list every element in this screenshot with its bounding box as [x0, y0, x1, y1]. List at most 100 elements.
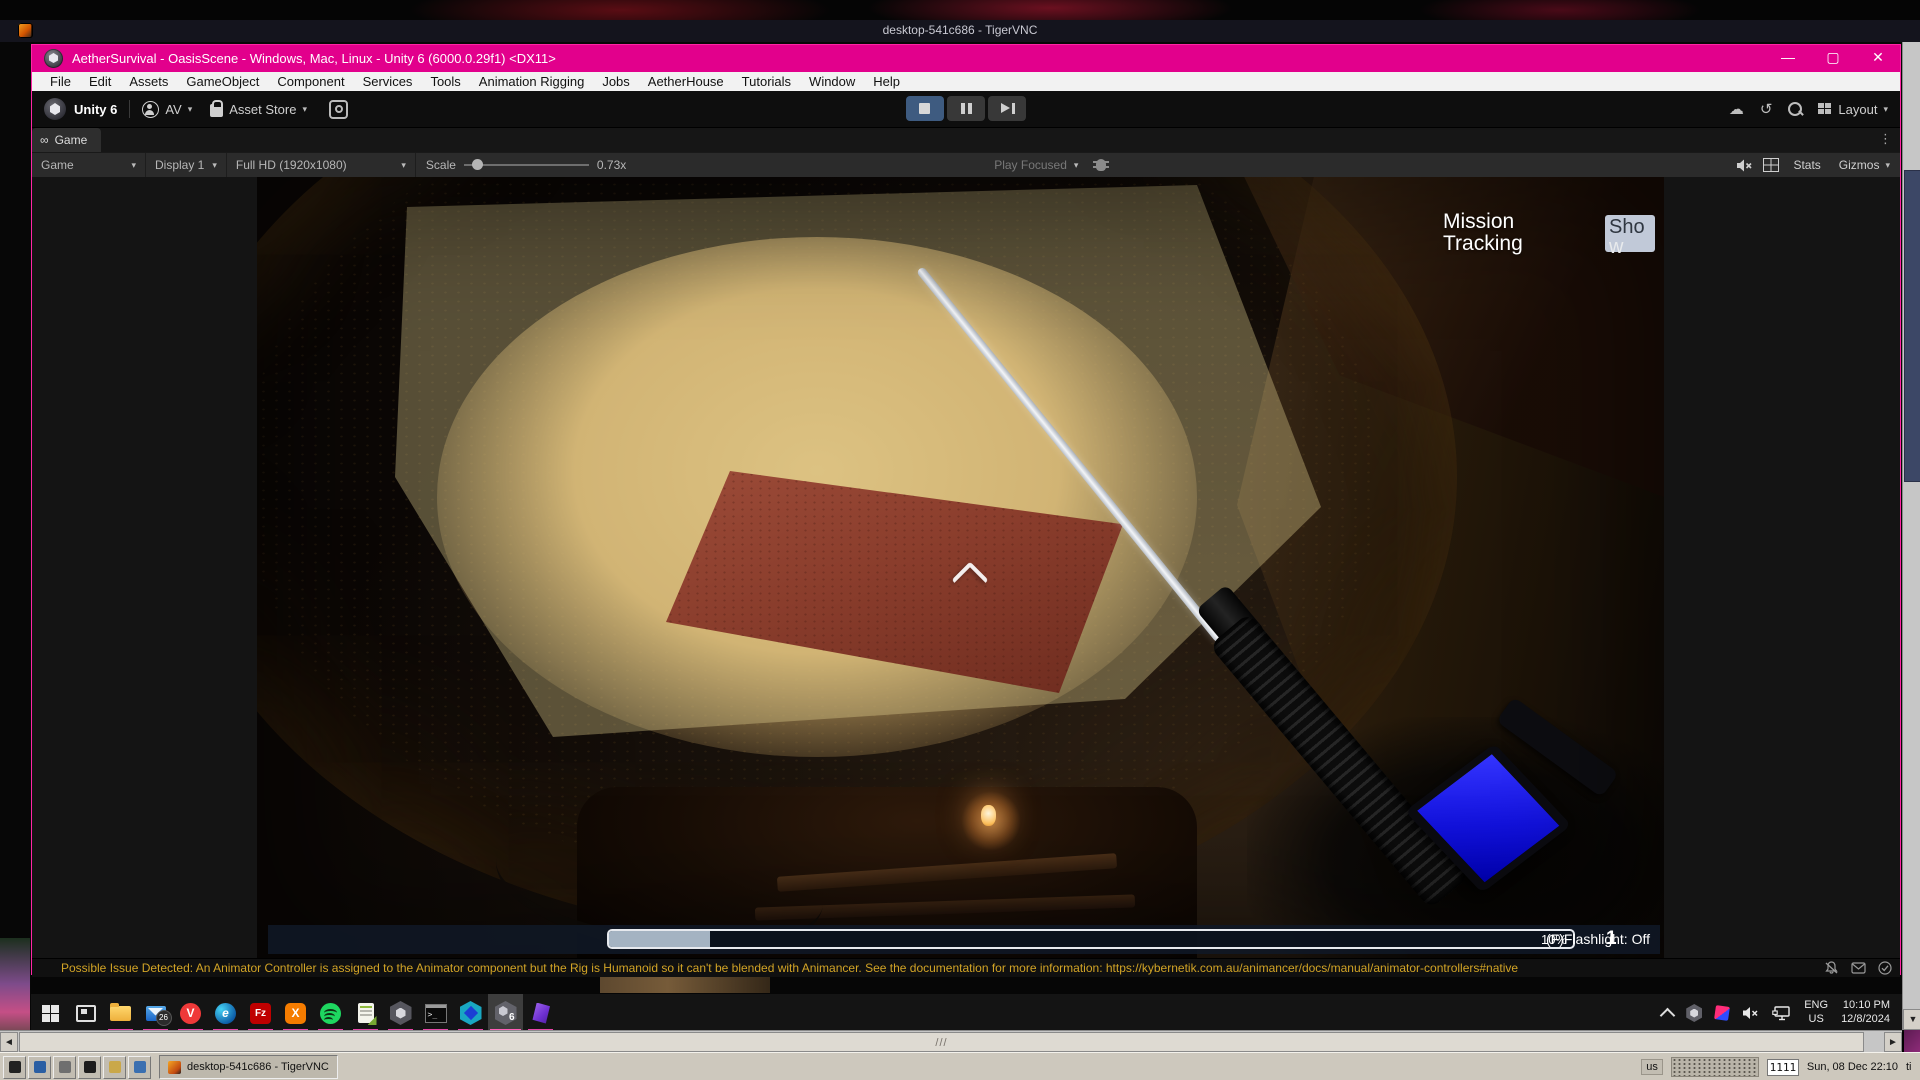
console-message-icon[interactable]	[1851, 962, 1866, 974]
step-button[interactable]	[988, 96, 1026, 121]
menu-gameobject[interactable]: GameObject	[177, 72, 268, 91]
notifications-muted-bell-icon[interactable]	[1824, 961, 1839, 975]
menu-assets[interactable]: Assets	[120, 72, 177, 91]
vnc-vertical-scrollbar[interactable]: ▼	[1902, 42, 1920, 1030]
unity-status-bar[interactable]: Possible Issue Detected: An Animator Con…	[32, 958, 1900, 977]
resolution-dropdown[interactable]: Full HD (1920x1080) ▾	[227, 153, 416, 177]
menu-component[interactable]: Component	[268, 72, 353, 91]
view-mode-dropdown[interactable]: Game ▾	[32, 153, 146, 177]
debug-bug-icon[interactable]	[1096, 159, 1106, 171]
language-indicator[interactable]: ENG US	[1804, 999, 1828, 1027]
maximize-button[interactable]: ▢	[1811, 45, 1855, 72]
host-task-button-vnc[interactable]: desktop-541c686 - TigerVNC	[159, 1055, 338, 1079]
keyboard-layout-indicator[interactable]: us	[1641, 1059, 1663, 1075]
host-wallpaper-bottom-right	[1904, 1030, 1920, 1052]
game-viewport[interactable]: Mission Tracking Show 10% 1 (F)Flashligh…	[32, 177, 1900, 958]
system-monitor-applet[interactable]	[1671, 1057, 1759, 1077]
menu-help[interactable]: Help	[864, 72, 909, 91]
menu-services[interactable]: Services	[354, 72, 422, 91]
host-launcher-display[interactable]	[128, 1056, 151, 1079]
network-display-icon[interactable]	[1772, 1006, 1791, 1021]
menu-aetherhouse[interactable]: AetherHouse	[639, 72, 733, 91]
menu-edit[interactable]: Edit	[80, 72, 120, 91]
tigervnc-task-icon	[168, 1061, 181, 1074]
asset-store-dropdown[interactable]: Asset Store ▾	[210, 101, 307, 117]
purple-gem-button[interactable]	[523, 994, 558, 1032]
scale-slider[interactable]	[464, 164, 589, 166]
play-focused-dropdown[interactable]: Play Focused ▾	[994, 158, 1084, 172]
chevron-down-icon: ▾	[1885, 160, 1890, 171]
menu-file[interactable]: File	[41, 72, 80, 91]
gizmos-dropdown[interactable]: Gizmos ▾	[1835, 153, 1894, 177]
menu-window[interactable]: Window	[800, 72, 864, 91]
vivaldi-button[interactable]: V	[173, 994, 208, 1032]
mail-button[interactable]: 26	[138, 994, 173, 1032]
vnc-horizontal-scrollbar[interactable]: ◄ /// ►	[0, 1030, 1902, 1053]
account-dropdown[interactable]: AV ▾	[142, 101, 192, 118]
tab-game[interactable]: ∞ Game	[32, 128, 101, 152]
menu-jobs[interactable]: Jobs	[593, 72, 638, 91]
start-button[interactable]	[33, 994, 68, 1032]
windows-logo-icon	[42, 1005, 59, 1022]
scroll-left-arrow[interactable]: ◄	[0, 1032, 18, 1052]
check-circle-icon[interactable]	[1878, 961, 1892, 975]
file-explorer-button[interactable]	[103, 994, 138, 1032]
host-launcher-editor[interactable]	[28, 1056, 51, 1079]
filezilla-button[interactable]: Fz	[243, 994, 278, 1032]
spotify-icon	[320, 1003, 341, 1024]
host-launcher-terminal[interactable]	[3, 1056, 26, 1079]
terminal-button[interactable]	[418, 994, 453, 1032]
volume-muted-icon[interactable]	[1742, 1006, 1759, 1020]
stop-button[interactable]	[906, 96, 944, 121]
edge-button[interactable]: e	[208, 994, 243, 1032]
minimize-button[interactable]: —	[1766, 45, 1810, 72]
host-taskbar: desktop-541c686 - TigerVNC us 1111 Sun, …	[0, 1052, 1920, 1080]
host-clock[interactable]: Sun, 08 Dec 22:10	[1807, 1061, 1898, 1073]
purple-gem-icon	[531, 1003, 550, 1024]
menu-animation-rigging[interactable]: Animation Rigging	[470, 72, 594, 91]
display-dropdown[interactable]: Display 1 ▾	[146, 153, 227, 177]
host-launcher-files[interactable]	[53, 1056, 76, 1079]
vertical-scrollbar-thumb[interactable]	[1904, 170, 1920, 482]
host-launcher-monitor[interactable]	[78, 1056, 101, 1079]
pause-button[interactable]	[947, 96, 985, 121]
menu-tutorials[interactable]: Tutorials	[733, 72, 800, 91]
tray-expand-icon[interactable]	[1660, 1007, 1676, 1023]
tray-unity-hub-icon[interactable]	[1686, 1004, 1702, 1022]
tray-version-control-icon[interactable]	[1714, 1005, 1730, 1021]
spotify-button[interactable]	[313, 994, 348, 1032]
load-meter-digits: 1111	[1767, 1059, 1799, 1076]
target-search-icon[interactable]	[329, 100, 348, 119]
flashlight-status: (F)Flashlight: Off	[1546, 931, 1650, 947]
notepad-button[interactable]	[348, 994, 383, 1032]
task-view-button[interactable]	[68, 994, 103, 1032]
unity-titlebar[interactable]: AetherSurvival - OasisScene - Windows, M…	[32, 45, 1900, 72]
search-icon[interactable]	[1788, 102, 1802, 116]
unity-6-button[interactable]: 6	[488, 994, 523, 1032]
display-label: Display 1	[155, 158, 204, 172]
unity-hub-button[interactable]	[383, 994, 418, 1032]
version-control-button[interactable]	[453, 994, 488, 1032]
scroll-right-arrow[interactable]: ►	[1884, 1032, 1902, 1052]
frame-debugger-grid-icon[interactable]	[1763, 158, 1779, 172]
unity-window-title: AetherSurvival - OasisScene - Windows, M…	[72, 51, 556, 66]
history-icon[interactable]: ↺	[1760, 100, 1773, 118]
clock[interactable]: 10:10 PM 12/8/2024	[1841, 999, 1890, 1027]
xampp-button[interactable]: X	[278, 994, 313, 1032]
scale-slider-knob[interactable]	[472, 159, 483, 170]
cloud-icon[interactable]: ☁	[1729, 100, 1744, 118]
tab-options-kebab-icon[interactable]: ⋮	[1879, 131, 1892, 147]
host-launcher-folder[interactable]	[103, 1056, 126, 1079]
layout-dropdown[interactable]: Layout ▾	[1818, 102, 1888, 117]
show-button[interactable]: Show	[1605, 215, 1655, 252]
horizontal-scrollbar-thumb[interactable]: ///	[19, 1032, 1864, 1052]
menu-tools[interactable]: Tools	[421, 72, 469, 91]
resolution-label: Full HD (1920x1080)	[236, 158, 347, 172]
scroll-down-arrow[interactable]: ▼	[1903, 1009, 1920, 1030]
close-button[interactable]: ✕	[1856, 45, 1900, 72]
mute-audio-icon[interactable]	[1736, 158, 1753, 173]
vnc-titlebar[interactable]: desktop-541c686 - TigerVNC	[0, 20, 1920, 43]
stats-button[interactable]: Stats	[1789, 153, 1824, 177]
scale-value: 0.73x	[597, 158, 626, 172]
tracker-device	[1385, 697, 1646, 958]
